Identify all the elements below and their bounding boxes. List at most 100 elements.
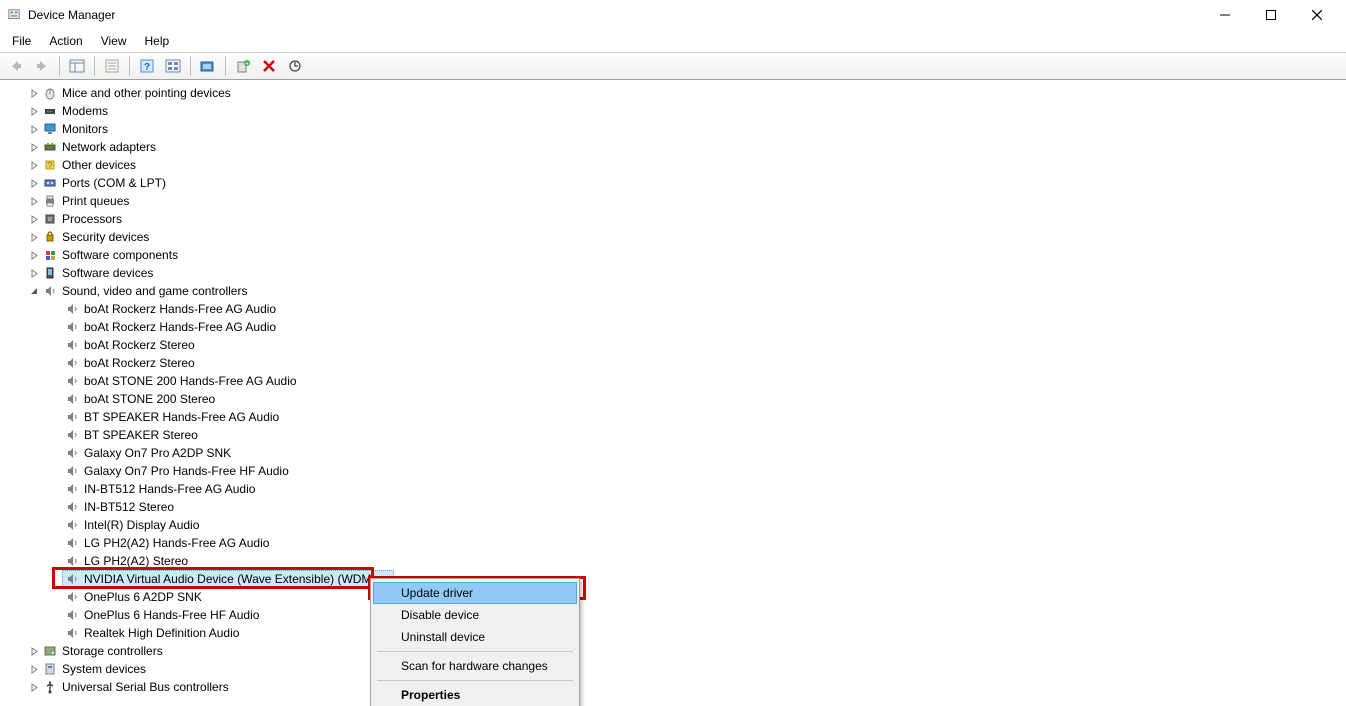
context-menu-item[interactable]: Scan for hardware changes: [373, 655, 577, 677]
context-menu-separator: [377, 680, 573, 681]
scan-hardware-button[interactable]: [196, 55, 220, 77]
tree-device[interactable]: boAt STONE 200 Stereo: [0, 390, 1346, 408]
forward-button[interactable]: [30, 55, 54, 77]
tree-category[interactable]: Storage controllers: [0, 642, 1346, 660]
expander-closed-icon[interactable]: [26, 139, 42, 155]
tree-category[interactable]: Security devices: [0, 228, 1346, 246]
tree-device[interactable]: OnePlus 6 A2DP SNK: [0, 588, 1346, 606]
spacer: [48, 553, 64, 569]
expander-closed-icon[interactable]: [26, 85, 42, 101]
menu-file[interactable]: File: [4, 32, 39, 50]
tree-device[interactable]: boAt Rockerz Stereo: [0, 354, 1346, 372]
port-icon: [42, 175, 58, 191]
expander-closed-icon[interactable]: [26, 643, 42, 659]
network-icon: [42, 139, 58, 155]
context-menu-item[interactable]: Disable device: [373, 604, 577, 626]
expander-closed-icon[interactable]: [26, 229, 42, 245]
show-hide-tree-button[interactable]: [65, 55, 89, 77]
spacer: [48, 391, 64, 407]
tree-device[interactable]: boAt STONE 200 Hands-Free AG Audio: [0, 372, 1346, 390]
expander-closed-icon[interactable]: [26, 193, 42, 209]
tree-category[interactable]: Software components: [0, 246, 1346, 264]
tree-device[interactable]: BT SPEAKER Hands-Free AG Audio: [0, 408, 1346, 426]
tree-device-label: IN-BT512 Stereo: [84, 500, 174, 514]
svg-text:+: +: [245, 62, 249, 68]
context-menu-item[interactable]: Properties: [373, 684, 577, 706]
expander-closed-icon[interactable]: [26, 211, 42, 227]
minimize-button[interactable]: [1202, 0, 1248, 30]
audio-device-icon: [64, 481, 80, 497]
storage-icon: [42, 643, 58, 659]
close-button[interactable]: [1294, 0, 1340, 30]
uninstall-button[interactable]: [257, 55, 281, 77]
tree-category[interactable]: System devices: [0, 660, 1346, 678]
expander-closed-icon[interactable]: [26, 121, 42, 137]
tree-device[interactable]: IN-BT512 Hands-Free AG Audio: [0, 480, 1346, 498]
tree-device[interactable]: LG PH2(A2) Hands-Free AG Audio: [0, 534, 1346, 552]
tree-device[interactable]: Galaxy On7 Pro Hands-Free HF Audio: [0, 462, 1346, 480]
expander-closed-icon[interactable]: [26, 175, 42, 191]
expander-closed-icon[interactable]: [26, 103, 42, 119]
tree-device[interactable]: boAt Rockerz Hands-Free AG Audio: [0, 300, 1346, 318]
audio-device-icon: [64, 499, 80, 515]
audio-device-icon: [64, 463, 80, 479]
menu-help[interactable]: Help: [137, 32, 178, 50]
expander-closed-icon[interactable]: [26, 247, 42, 263]
menu-view[interactable]: View: [93, 32, 135, 50]
audio-device-icon: [64, 391, 80, 407]
audio-device-icon: [64, 445, 80, 461]
tree-category[interactable]: Processors: [0, 210, 1346, 228]
context-menu-item[interactable]: Uninstall device: [373, 626, 577, 648]
tree-device[interactable]: BT SPEAKER Stereo: [0, 426, 1346, 444]
context-menu-separator: [377, 651, 573, 652]
tree-category-label: Ports (COM & LPT): [62, 176, 166, 190]
tree-category[interactable]: Ports (COM & LPT): [0, 174, 1346, 192]
tree-category[interactable]: Software devices: [0, 264, 1346, 282]
tree-category-label: Modems: [62, 104, 108, 118]
expander-closed-icon[interactable]: [26, 265, 42, 281]
menu-action[interactable]: Action: [41, 32, 90, 50]
tree-category-label: Software devices: [62, 266, 153, 280]
action-button[interactable]: [161, 55, 185, 77]
help-button[interactable]: ?: [135, 55, 159, 77]
tree-device[interactable]: OnePlus 6 Hands-Free HF Audio: [0, 606, 1346, 624]
device-tree[interactable]: Mice and other pointing devices Modems Mon…: [0, 80, 1346, 706]
maximize-button[interactable]: [1248, 0, 1294, 30]
tree-device-label: LG PH2(A2) Stereo: [84, 554, 188, 568]
expander-open-icon[interactable]: [26, 283, 42, 299]
tree-category-label: System devices: [62, 662, 146, 676]
tree-category[interactable]: Modems: [0, 102, 1346, 120]
expander-closed-icon[interactable]: [26, 679, 42, 695]
spacer: [48, 319, 64, 335]
tree-category[interactable]: Universal Serial Bus controllers: [0, 678, 1346, 696]
tree-device[interactable]: boAt Rockerz Stereo: [0, 336, 1346, 354]
expander-closed-icon[interactable]: [26, 157, 42, 173]
tree-category[interactable]: Network adapters: [0, 138, 1346, 156]
spacer: [48, 301, 64, 317]
tree-device[interactable]: IN-BT512 Stereo: [0, 498, 1346, 516]
tree-device[interactable]: NVIDIA Virtual Audio Device (Wave Extens…: [0, 570, 1346, 588]
tree-category[interactable]: Mice and other pointing devices: [0, 84, 1346, 102]
tree-category[interactable]: Print queues: [0, 192, 1346, 210]
audio-device-icon: [64, 625, 80, 641]
tree-device[interactable]: Intel(R) Display Audio: [0, 516, 1346, 534]
tree-device-label: BT SPEAKER Hands-Free AG Audio: [84, 410, 279, 424]
tree-device-label: Intel(R) Display Audio: [84, 518, 199, 532]
back-button[interactable]: [4, 55, 28, 77]
audio-device-icon: [64, 355, 80, 371]
tree-device[interactable]: LG PH2(A2) Stereo: [0, 552, 1346, 570]
properties-button[interactable]: [100, 55, 124, 77]
tree-category[interactable]: Monitors: [0, 120, 1346, 138]
tree-device[interactable]: boAt Rockerz Hands-Free AG Audio: [0, 318, 1346, 336]
tree-device[interactable]: Galaxy On7 Pro A2DP SNK: [0, 444, 1346, 462]
tree-device-label: IN-BT512 Hands-Free AG Audio: [84, 482, 255, 496]
tree-device[interactable]: Realtek High Definition Audio: [0, 624, 1346, 642]
tree-category[interactable]: ?Other devices: [0, 156, 1346, 174]
svg-text:?: ?: [48, 161, 53, 170]
expander-closed-icon[interactable]: [26, 661, 42, 677]
update-driver-button[interactable]: [283, 55, 307, 77]
tree-category[interactable]: Sound, video and game controllers: [0, 282, 1346, 300]
add-legacy-button[interactable]: +: [231, 55, 255, 77]
security-icon: [42, 229, 58, 245]
context-menu-item[interactable]: Update driver: [373, 582, 577, 604]
